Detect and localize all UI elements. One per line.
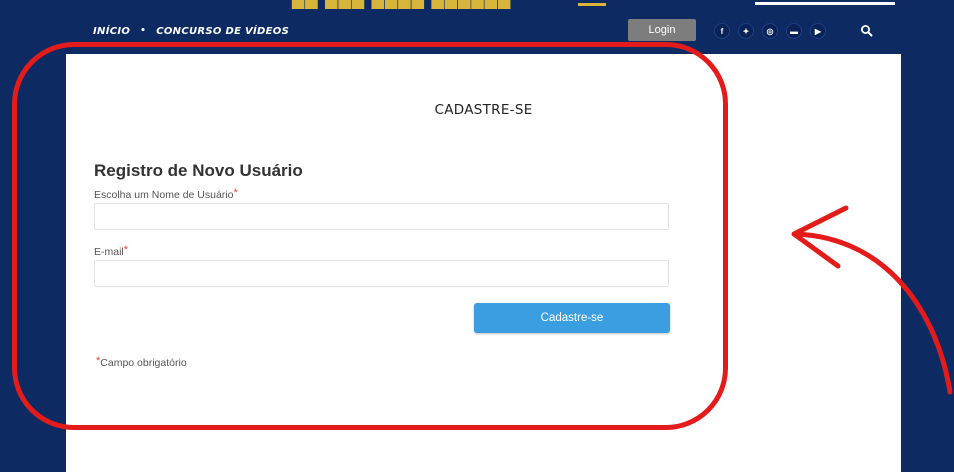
nav-item-inicio[interactable]: INÍCIO [93, 26, 130, 37]
red-arrow-annotation [791, 205, 953, 395]
required-note-text: Campo obrigatório [100, 357, 187, 369]
social-links: f ✦ ◎ ▬ ▶ [714, 23, 826, 39]
logo-mark [578, 0, 606, 6]
email-label-text: E-mail [94, 246, 124, 258]
email-field[interactable] [94, 260, 669, 287]
username-label-text: Escolha um Nome de Usuário [94, 189, 234, 201]
username-field[interactable] [94, 203, 669, 230]
flickr-icon[interactable]: ▬ [786, 23, 802, 39]
form-heading: Registro de Novo Usuário [94, 161, 303, 180]
required-marker: * [123, 244, 129, 256]
login-button[interactable]: Login [628, 19, 696, 41]
username-label: Escolha um Nome de Usuário* [94, 187, 238, 201]
register-button[interactable]: Cadastre-se [474, 303, 670, 333]
twitter-icon[interactable]: ✦ [738, 23, 754, 39]
email-label: E-mail* [94, 244, 128, 258]
nav-separator: • [140, 26, 147, 36]
main-nav: INÍCIO • CONCURSO DE VÍDEOS [93, 24, 289, 38]
required-field-note: *Campo obrigatório [96, 355, 187, 369]
nav-item-concurso-de-videos[interactable]: CONCURSO DE VÍDEOS [156, 26, 289, 37]
header-logo-strip: ▄▄ ▄▄▄ ▄▄▄▄ ▄▄▄▄▄▄ [0, 0, 954, 14]
facebook-icon[interactable]: f [714, 23, 730, 39]
search-icon[interactable] [860, 24, 874, 38]
page-title: CADASTRE-SE [434, 102, 533, 118]
site-logo: ▄▄ ▄▄▄ ▄▄▄▄ ▄▄▄▄▄▄ [292, 0, 511, 9]
youtube-icon[interactable]: ▶ [810, 23, 826, 39]
registration-card: CADASTRE-SE Registro de Novo Usuário Esc… [66, 54, 901, 472]
logo-mark-secondary [755, 0, 895, 5]
required-marker: * [233, 187, 238, 199]
instagram-icon[interactable]: ◎ [762, 23, 778, 39]
